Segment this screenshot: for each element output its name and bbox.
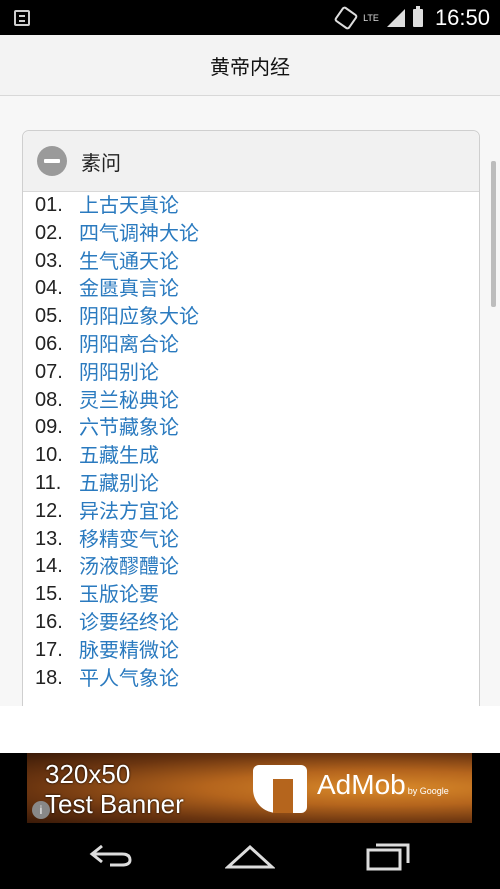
chapter-link[interactable]: 脉要精微论 (79, 637, 179, 665)
chapter-item: 10. 五藏生成 (35, 442, 199, 470)
page-title: 黄帝内经 (210, 54, 290, 79)
chapter-item: 01. 上古天真论 (35, 192, 199, 220)
chapter-item: 05. 阴阳应象大论 (35, 303, 199, 331)
chapter-link[interactable]: 汤液醪醴论 (79, 553, 179, 581)
chapter-item: 13. 移精变气论 (35, 526, 199, 554)
recent-apps-icon[interactable] (366, 841, 410, 871)
chapter-number: 18. (35, 666, 63, 689)
chapter-link[interactable]: 阴阳别论 (79, 359, 159, 387)
chapter-link[interactable]: 上古天真论 (79, 192, 179, 220)
chapter-item: 16. 诊要经终论 (35, 609, 199, 637)
ad-brand-by: by Google (407, 786, 449, 796)
ad-banner[interactable]: 320x50 Test Banner AdMob by Google i (27, 753, 472, 823)
info-icon[interactable]: i (32, 801, 50, 819)
chapter-link[interactable]: 五藏生成 (79, 442, 159, 470)
signal-icon (386, 8, 405, 27)
chapter-link[interactable]: 阴阳离合论 (79, 331, 179, 359)
chapter-item: 17. 脉要精微论 (35, 637, 199, 665)
chapter-item: 03. 生气通天论 (35, 248, 199, 276)
content-bottom (0, 706, 500, 753)
chapter-link[interactable]: 异法方宜论 (79, 498, 179, 526)
chapter-number: 13. (35, 527, 63, 550)
chapter-number: 08. (35, 388, 63, 411)
chapter-number: 05. (35, 305, 63, 328)
collapse-icon[interactable] (37, 146, 67, 176)
chapter-link[interactable]: 五藏别论 (79, 470, 159, 498)
app-screen: 黄帝内经 素问 01. 上古天真论 02. 四气调神大论 03. 生气通天论 04. 金匮真言… (0, 35, 500, 753)
chapter-item: 18. 平人气象论 (35, 665, 199, 693)
chapter-link[interactable]: 灵兰秘典论 (79, 387, 179, 415)
rotation-icon (333, 4, 359, 31)
chapter-item: 06. 阴阳离合论 (35, 331, 199, 359)
content-area[interactable]: 素问 01. 上古天真论 02. 四气调神大论 03. 生气通天论 04. 金匮真言论 05. 阴… (0, 96, 500, 706)
navigation-bar (0, 823, 500, 889)
chapter-link[interactable]: 阴阳应象大论 (79, 303, 199, 331)
chapter-link[interactable]: 生气通天论 (79, 248, 179, 276)
ad-label-text: Test Banner (45, 789, 184, 819)
chapter-link[interactable]: 移精变气论 (79, 526, 179, 554)
ad-size-text: 320x50 (45, 759, 131, 789)
scrollbar[interactable] (491, 161, 496, 307)
home-icon[interactable] (225, 843, 275, 869)
chapter-item: 02. 四气调神大论 (35, 220, 199, 248)
chapter-number: 14. (35, 555, 63, 578)
chapter-link[interactable]: 六节藏象论 (79, 414, 179, 442)
chapter-number: 09. (35, 416, 63, 439)
chapter-number: 01. (35, 194, 63, 216)
ad-brand: AdMob by Google (317, 769, 449, 801)
chapter-link[interactable]: 诊要经终论 (79, 609, 179, 637)
chapter-number: 04. (35, 277, 63, 300)
chapter-number: 16. (35, 610, 63, 633)
ad-brand-name: AdMob (317, 769, 406, 800)
notification-icon (14, 10, 30, 26)
chapter-item: 15. 玉版论要 (35, 581, 199, 609)
chapter-number: 11. (35, 471, 62, 494)
chapter-number: 03. (35, 249, 63, 272)
chapter-number: 17. (35, 638, 63, 661)
section-header[interactable]: 素问 (23, 131, 479, 192)
chapter-number: 10. (35, 444, 63, 467)
app-header: 黄帝内经 (0, 35, 500, 96)
chapter-item: 04. 金匮真言论 (35, 275, 199, 303)
chapter-list: 01. 上古天真论 02. 四气调神大论 03. 生气通天论 04. 金匮真言论 05. 阴阳应象… (35, 192, 199, 692)
chapter-number: 12. (35, 499, 63, 522)
chapter-number: 06. (35, 332, 63, 355)
chapter-number: 02. (35, 221, 63, 244)
chapter-item: 14. 汤液醪醴论 (35, 553, 199, 581)
chapter-link[interactable]: 金匮真言论 (79, 275, 179, 303)
back-icon[interactable] (88, 843, 132, 867)
admob-logo-icon (253, 765, 307, 813)
chapter-number: 15. (35, 583, 63, 606)
chapter-item: 09. 六节藏象论 (35, 414, 199, 442)
ad-text: 320x50 Test Banner (45, 759, 184, 819)
chapter-item: 11. 五藏别论 (35, 470, 199, 498)
battery-icon (412, 5, 423, 27)
chapter-link[interactable]: 平人气象论 (79, 665, 179, 693)
network-type: LTE (363, 12, 379, 23)
clock: 16:50 (434, 4, 490, 30)
section-title: 素问 (81, 150, 121, 175)
chapter-number: 07. (35, 360, 63, 383)
status-bar: LTE 16:50 (0, 0, 500, 35)
chapter-link[interactable]: 玉版论要 (79, 581, 159, 609)
chapter-item: 08. 灵兰秘典论 (35, 387, 199, 415)
chapter-link[interactable]: 四气调神大论 (79, 220, 199, 248)
chapter-item: 12. 异法方宜论 (35, 498, 199, 526)
chapter-item: 07. 阴阳别论 (35, 359, 199, 387)
